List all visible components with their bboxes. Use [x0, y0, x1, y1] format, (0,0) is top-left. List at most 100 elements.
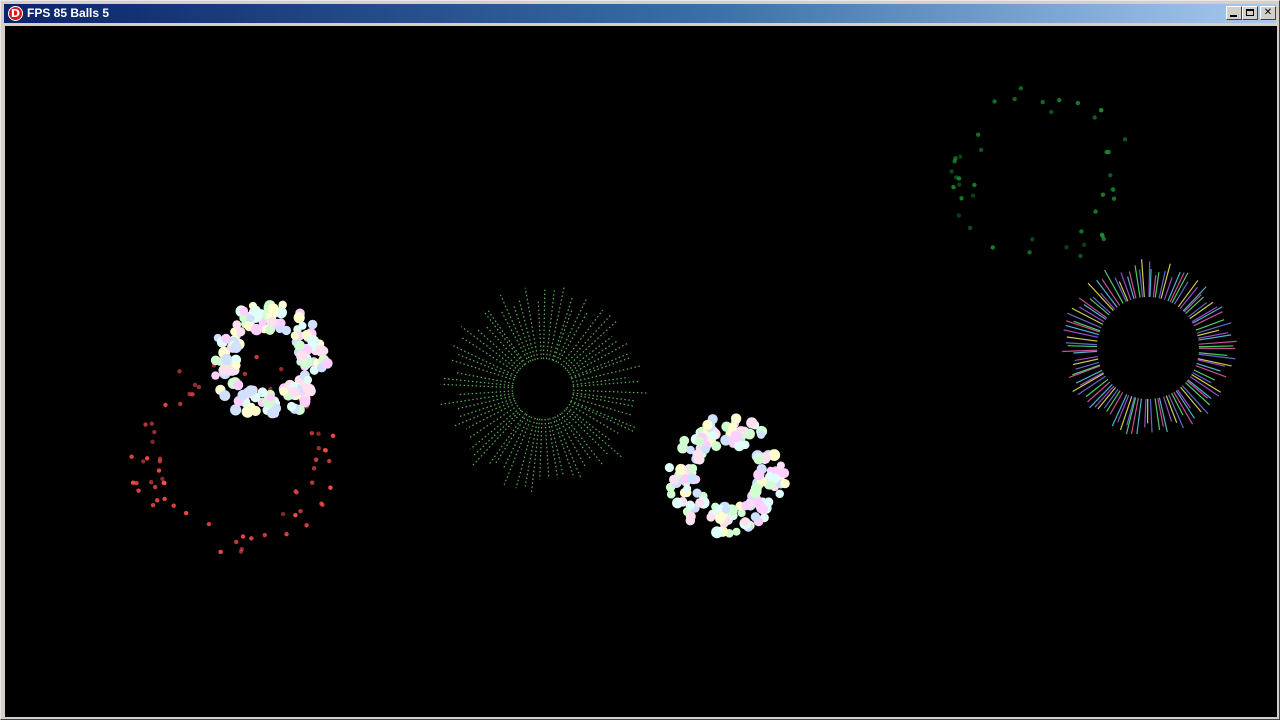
particle [279, 367, 284, 372]
particle [732, 527, 741, 536]
particle-trail [453, 399, 516, 427]
particle-trail [551, 296, 573, 361]
particle [304, 523, 309, 528]
particle [666, 489, 676, 499]
particle [722, 505, 731, 514]
particle [711, 441, 722, 452]
particle [949, 169, 954, 174]
particle [265, 325, 275, 336]
particle [320, 502, 325, 508]
particle [1012, 97, 1017, 102]
particle [975, 132, 981, 137]
particle [280, 511, 286, 517]
particle-trail [569, 343, 628, 376]
firework-6 [1062, 259, 1237, 435]
particle-trail [459, 397, 515, 418]
particle [711, 526, 723, 539]
particle-trail [456, 390, 514, 396]
particle [307, 335, 320, 348]
particle-trail [524, 287, 539, 360]
particle [695, 498, 705, 508]
particle [156, 468, 162, 473]
particle [219, 390, 231, 402]
particle [249, 536, 254, 541]
particle [967, 225, 973, 231]
particle-trail [566, 406, 612, 442]
particle-trail [548, 286, 565, 360]
particle [323, 448, 329, 453]
particle-trail [457, 395, 514, 410]
particle [232, 379, 244, 391]
particle-trail [1068, 365, 1101, 378]
particle [178, 401, 183, 407]
particle [218, 364, 230, 376]
particle [750, 482, 762, 494]
particle [160, 476, 165, 481]
particle-trail [1198, 340, 1237, 345]
particle-trail [513, 305, 534, 361]
particle [130, 480, 136, 485]
particle-trail [572, 389, 647, 394]
minimize-button[interactable] [1226, 6, 1242, 20]
particle-trail [1169, 272, 1185, 303]
particle [162, 480, 167, 486]
particle [779, 468, 790, 479]
particle [143, 422, 148, 427]
particle-trail [489, 413, 527, 464]
particle [316, 446, 321, 451]
particle-trail [1125, 397, 1137, 435]
particle [1027, 250, 1032, 255]
close-button[interactable]: ✕ [1260, 6, 1276, 20]
particle-trail [1065, 342, 1098, 346]
particle [239, 314, 248, 323]
particle [1092, 115, 1097, 120]
fireworks-canvas[interactable] [5, 26, 1277, 717]
particle-trail [476, 328, 522, 370]
particle [746, 417, 758, 429]
particle [275, 324, 284, 334]
particle [959, 196, 964, 201]
particle-trail [565, 408, 623, 458]
particle [230, 341, 242, 354]
particle-trail [454, 371, 514, 385]
particle [702, 419, 713, 431]
particle [701, 445, 710, 454]
particle-trail [572, 376, 629, 386]
particle-trail [570, 400, 636, 429]
particle [150, 439, 155, 445]
particle [129, 454, 134, 459]
particle [306, 387, 316, 397]
particle [757, 503, 769, 515]
particle-trail [572, 392, 636, 402]
particle-trail [1175, 390, 1195, 419]
particle [238, 549, 244, 554]
particle [1018, 86, 1024, 91]
particle [694, 454, 705, 465]
particle [211, 371, 220, 380]
minimize-icon [1230, 15, 1237, 17]
particle [978, 147, 984, 153]
particle [162, 496, 167, 502]
particle-trail [1195, 319, 1225, 331]
particle [1108, 173, 1113, 178]
particle-trail [570, 352, 631, 379]
particle [149, 421, 154, 426]
particle [210, 355, 221, 366]
particle [295, 340, 305, 350]
particle [715, 513, 726, 525]
particle [731, 413, 742, 424]
title-bar[interactable]: D FPS 85 Balls 5 ✕ [4, 4, 1276, 23]
particle [141, 459, 146, 464]
app-icon[interactable]: D [8, 6, 23, 21]
particle [232, 320, 242, 329]
particle-trail [1073, 350, 1098, 354]
particle [958, 154, 963, 159]
particle-trail [487, 309, 527, 365]
particle [1101, 236, 1106, 242]
particle [192, 382, 198, 388]
particle [1064, 245, 1069, 250]
maximize-button[interactable] [1242, 6, 1258, 20]
particle-trail [1149, 398, 1153, 433]
firework-4 [664, 413, 790, 539]
particle [311, 466, 317, 471]
